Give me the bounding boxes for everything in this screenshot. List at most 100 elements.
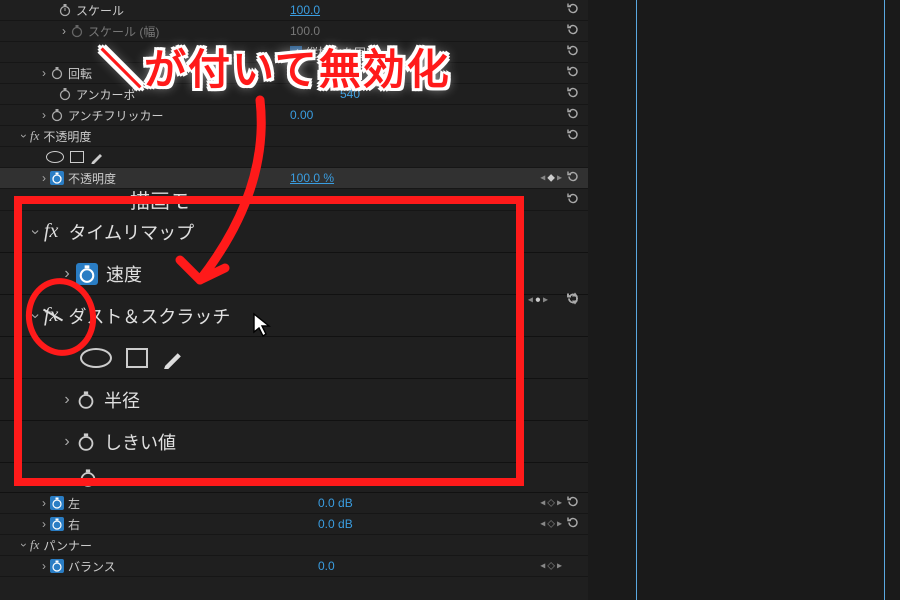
stopwatch-icon[interactable] — [50, 66, 64, 80]
fx-icon[interactable]: fx — [44, 220, 58, 243]
stopwatch-icon[interactable] — [58, 87, 72, 101]
group-label: 不透明度 — [43, 128, 91, 145]
prop-value[interactable]: 0.0 dB — [318, 517, 353, 531]
reset-icon[interactable] — [566, 128, 580, 145]
prop-label: しきい値 — [104, 429, 176, 455]
group-label: タイムリマップ — [68, 219, 194, 245]
row-blend: 描画モ — [0, 189, 588, 211]
stopwatch-icon[interactable] — [78, 468, 98, 488]
fx-icon[interactable]: fx — [30, 128, 39, 144]
row-extra — [0, 463, 588, 493]
checkbox-label: 縦横比を固定 — [306, 44, 378, 61]
prop-value[interactable]: 0.00 — [290, 108, 313, 122]
keyframe-nav[interactable]: ◂◇▸ — [540, 561, 562, 572]
expand-arrow-icon[interactable]: › — [38, 496, 50, 510]
effects-panel: スケール 100.0 › スケール (幅) 100.0 ✓ 縦横比を固定 › 回… — [0, 0, 588, 600]
reset-icon[interactable] — [566, 2, 580, 19]
prop-value: 100.0 — [290, 24, 320, 38]
expand-arrow-icon[interactable]: › — [38, 66, 50, 80]
prop-value[interactable]: 540 — [340, 87, 360, 101]
stopwatch-active-icon[interactable] — [50, 171, 64, 185]
rect-mask-icon[interactable] — [70, 151, 84, 163]
lock-aspect-checkbox[interactable]: ✓ — [290, 46, 302, 58]
ellipse-mask-icon[interactable] — [80, 348, 112, 368]
prop-value[interactable]: 100.0 — [290, 3, 320, 17]
row-rotation: › 回転 — [0, 63, 588, 84]
stopwatch-active-icon[interactable] — [76, 263, 98, 285]
pen-mask-icon[interactable] — [162, 347, 184, 369]
reset-icon[interactable] — [566, 495, 580, 512]
prop-label: 速度 — [106, 261, 142, 287]
timeline-marker — [884, 0, 885, 600]
expand-arrow-icon[interactable]: › — [58, 265, 76, 283]
stopwatch-icon[interactable] — [76, 432, 96, 452]
prop-label: スケール — [76, 2, 124, 19]
expand-arrow-icon[interactable]: › — [58, 391, 76, 409]
keyframe-nav[interactable]: ◂●▸ — [528, 295, 548, 306]
prop-label: スケール (幅) — [88, 23, 159, 40]
row-balance: › バランス 0.0 ◂◇▸ — [0, 556, 588, 577]
stopwatch-active-icon[interactable] — [50, 559, 64, 573]
row-speed[interactable]: › 速度 — [0, 253, 588, 295]
expand-arrow-icon[interactable]: › — [26, 223, 44, 241]
prop-label: 右 — [68, 516, 80, 533]
expand-arrow-icon[interactable]: › — [38, 559, 50, 573]
group-timeremap[interactable]: › fx タイムリマップ ◂●▸ — [0, 211, 588, 253]
reset-icon[interactable] — [566, 107, 580, 124]
reset-icon[interactable] — [566, 44, 580, 61]
row-scale: スケール 100.0 — [0, 0, 588, 21]
prop-label: 半径 — [104, 387, 140, 413]
prop-label: 回転 — [68, 65, 92, 82]
stopwatch-icon[interactable] — [70, 24, 84, 38]
reset-icon[interactable] — [566, 292, 580, 309]
ellipse-mask-icon[interactable] — [46, 151, 64, 163]
expand-arrow-icon[interactable]: › — [58, 24, 70, 38]
keyframe-nav[interactable]: ◂◆▸ — [540, 173, 562, 184]
row-threshold[interactable]: › しきい値 — [0, 421, 588, 463]
reset-icon[interactable] — [566, 516, 580, 533]
stopwatch-icon[interactable] — [76, 390, 96, 410]
fx-icon[interactable]: fx — [30, 537, 39, 553]
expand-arrow-icon[interactable]: › — [26, 307, 44, 325]
prop-value[interactable]: 100.0 % — [290, 171, 334, 185]
stopwatch-active-icon[interactable] — [50, 517, 64, 531]
row-anchor: アンカーポ 540 — [0, 84, 588, 105]
group-panner[interactable]: › fx パンナー — [0, 535, 588, 556]
group-opacity[interactable]: › fx 不透明度 — [0, 126, 588, 147]
row-right: › 右 0.0 dB ◂◇▸ — [0, 514, 588, 535]
keyframe-nav[interactable]: ◂◇▸ — [540, 498, 562, 509]
expand-arrow-icon[interactable]: › — [58, 433, 76, 451]
mask-tools-row — [0, 147, 588, 168]
row-antiflicker: › アンチフリッカー 0.00 — [0, 105, 588, 126]
group-dust-scratch[interactable]: › fx ダスト＆スクラッチ — [0, 295, 588, 337]
reset-icon[interactable] — [566, 86, 580, 103]
rect-mask-icon[interactable] — [126, 348, 148, 368]
expand-arrow-icon[interactable]: › — [17, 130, 31, 142]
reset-icon[interactable] — [566, 65, 580, 82]
row-radius[interactable]: › 半径 — [0, 379, 588, 421]
row-opacity[interactable]: › 不透明度 100.0 % ◂◆▸ — [0, 168, 588, 189]
stopwatch-icon[interactable] — [50, 108, 64, 122]
prop-label: アンカーポ — [76, 86, 136, 103]
stopwatch-icon[interactable] — [58, 3, 72, 17]
mask-tools-row-large — [0, 337, 588, 379]
stopwatch-active-icon[interactable] — [50, 496, 64, 510]
expand-arrow-icon[interactable]: › — [38, 171, 50, 185]
prop-value[interactable]: 0.0 — [318, 559, 335, 573]
prop-label: 不透明度 — [68, 170, 116, 187]
row-lock-aspect: ✓ 縦横比を固定 — [0, 42, 588, 63]
pen-mask-icon[interactable] — [90, 150, 104, 164]
expand-arrow-icon[interactable]: › — [38, 108, 50, 122]
reset-icon[interactable] — [566, 191, 580, 208]
reset-icon[interactable] — [566, 170, 580, 187]
reset-icon[interactable] — [566, 23, 580, 40]
expand-arrow-icon[interactable]: › — [38, 517, 50, 531]
prop-label: バランス — [68, 558, 116, 575]
prop-value[interactable]: 0.0 dB — [318, 496, 353, 510]
keyframe-nav[interactable]: ◂◇▸ — [540, 519, 562, 530]
timeline-marker — [636, 0, 637, 600]
fx-disabled-icon[interactable]: fx — [44, 304, 58, 327]
group-label: ダスト＆スクラッチ — [68, 303, 230, 329]
expand-arrow-icon[interactable]: › — [17, 539, 31, 551]
prop-label: 左 — [68, 495, 80, 512]
